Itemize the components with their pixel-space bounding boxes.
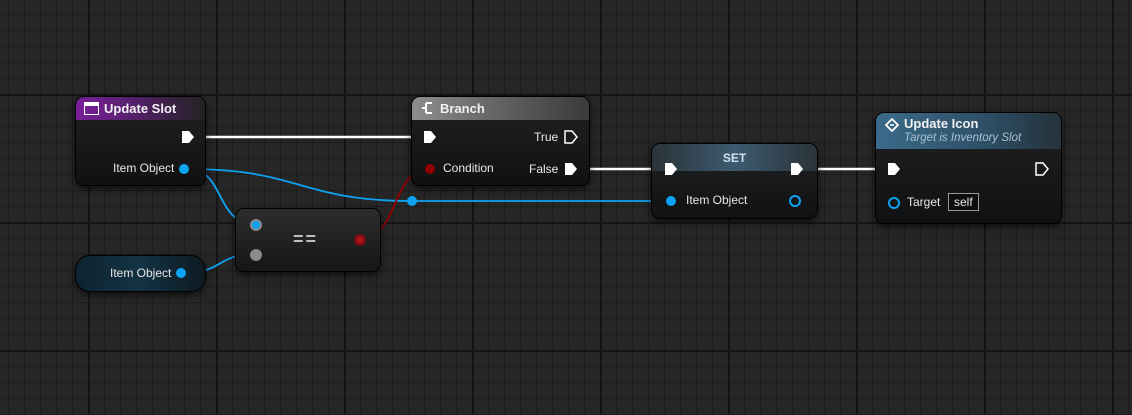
item-object-getter-label: Item Object [110, 266, 172, 280]
update-icon-exec-out-pin[interactable] [1035, 162, 1049, 176]
set-exec-in-pin[interactable] [664, 162, 678, 176]
set-node[interactable]: SET Item Object [652, 144, 817, 218]
update-icon-target-label: Target [907, 195, 941, 209]
update-icon-node[interactable]: Update Icon Target is Inventory Slot Tar… [876, 113, 1061, 223]
event-icon [84, 102, 99, 115]
update-icon-subtitle: Target is Inventory Slot [904, 132, 1022, 144]
branch-condition-label: Condition [443, 161, 494, 175]
branch-false-label: False [529, 162, 559, 176]
set-item-object-label: Item Object [686, 193, 748, 207]
item-object-getter-pin[interactable] [176, 268, 186, 278]
branch-header[interactable]: Branch [412, 97, 589, 120]
set-item-object-in-pin[interactable] [666, 196, 676, 206]
equal-output-pin[interactable] [354, 234, 366, 246]
branch-exec-in-pin[interactable] [423, 130, 437, 144]
branch-condition-pin[interactable] [425, 164, 435, 174]
function-icon [885, 118, 899, 132]
update-icon-target-pin[interactable] [888, 197, 900, 209]
set-title: SET [722, 150, 747, 165]
set-item-object-out-pin[interactable] [789, 195, 801, 207]
reroute-knot[interactable] [407, 196, 417, 206]
equal-input-a-pin[interactable] [250, 219, 262, 231]
update-slot-item-object-pin[interactable] [179, 164, 189, 174]
equal-input-b-pin[interactable] [250, 249, 262, 261]
set-exec-out-pin[interactable] [790, 162, 804, 176]
update-icon-title: Update Icon [904, 116, 979, 131]
item-object-getter-node[interactable]: Item Object [76, 256, 205, 291]
update-slot-node[interactable]: Update Slot Item Object [76, 97, 205, 185]
update-icon-header[interactable]: Update Icon Target is Inventory Slot [876, 113, 1061, 149]
update-icon-exec-in-pin[interactable] [887, 162, 901, 176]
equal-operator-label: == [293, 229, 319, 249]
branch-true-pin[interactable] [564, 130, 578, 144]
update-icon-target-self-field[interactable]: self [948, 193, 979, 211]
branch-true-label: True [534, 130, 559, 144]
branch-icon [422, 102, 432, 114]
update-slot-exec-out-pin[interactable] [181, 130, 195, 144]
update-slot-header[interactable]: Update Slot [76, 97, 205, 120]
update-slot-item-object-label: Item Object [113, 161, 175, 175]
equal-node[interactable]: == [236, 209, 380, 271]
branch-false-pin[interactable] [564, 162, 578, 176]
branch-node[interactable]: Branch True Condition False [412, 97, 589, 185]
